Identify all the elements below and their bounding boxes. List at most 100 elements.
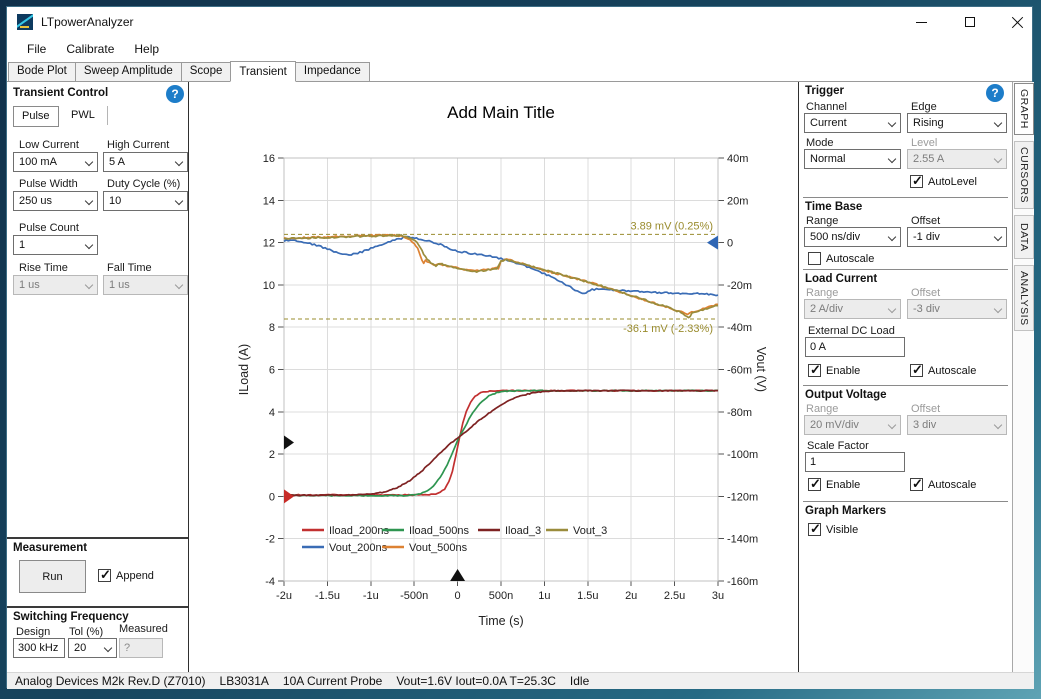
pulse-width-select[interactable]: 250 us (13, 191, 98, 211)
trigger-level-select: 2.55 A (907, 149, 1007, 169)
status-readings: Vout=1.6V Iout=0.0A T=25.3C (396, 674, 556, 688)
scale-factor-input[interactable] (805, 452, 905, 472)
side-tab-graph[interactable]: GRAPH (1014, 83, 1034, 135)
iload-zero-marker[interactable] (284, 489, 294, 503)
chart-region: -2u1640m-1.5u1420m-1u120-500n10-20m08-40… (190, 82, 798, 672)
chevron-down-icon (175, 158, 183, 166)
edge-label: Edge (911, 101, 937, 113)
chevron-down-icon (994, 305, 1002, 313)
y-left-tick-label: -2 (265, 534, 275, 546)
menu-file[interactable]: File (17, 39, 56, 59)
autolevel-checkbox[interactable]: AutoLevel (910, 175, 977, 188)
external-dc-load-input[interactable] (805, 337, 905, 357)
maximize-button[interactable] (947, 7, 992, 37)
y-left-tick-label: 2 (269, 449, 275, 461)
checkbox-box (808, 364, 821, 377)
output-voltage-autoscale-checkbox[interactable]: Autoscale (910, 478, 976, 491)
chevron-down-icon (994, 119, 1002, 127)
transient-control-panel: Transient Control Pulse PWL Low Current … (7, 82, 189, 672)
tab-scope[interactable]: Scope (181, 62, 232, 81)
y-right-tick-label: -60m (727, 365, 752, 377)
y-left-tick-label: -4 (265, 576, 275, 588)
time-base-range-select[interactable]: 500 ns/div (804, 227, 901, 247)
tab-pwl[interactable]: PWL (59, 106, 108, 125)
rise-time-label: Rise Time (19, 262, 68, 274)
checkbox-box (808, 523, 821, 536)
side-tab-analysis[interactable]: ANALYSIS (1014, 265, 1034, 331)
trigger-level-marker[interactable] (284, 435, 294, 449)
time-base-offset-select[interactable]: -1 div (907, 227, 1007, 247)
tol-select[interactable]: 20 (68, 638, 117, 658)
y-left-tick-label: 16 (263, 153, 275, 165)
x-tick-label: 1.5u (577, 590, 598, 602)
duty-cycle-select[interactable]: 10 (103, 191, 188, 211)
side-tab-cursors[interactable]: CURSORS (1014, 141, 1034, 209)
graph-markers-visible-checkbox[interactable]: Visible (808, 523, 858, 536)
trigger-time-marker[interactable] (450, 569, 465, 581)
menu-calibrate[interactable]: Calibrate (56, 39, 124, 59)
y-left-tick-label: 10 (263, 280, 275, 292)
status-bar: Analog Devices M2k Rev.D (Z7010) LB3031A… (7, 672, 1034, 689)
design-input[interactable] (13, 638, 65, 658)
measured-label: Measured (119, 623, 168, 635)
side-tab-data[interactable]: DATA (1014, 215, 1034, 259)
help-icon[interactable] (986, 84, 1004, 102)
trigger-mode-select[interactable]: Normal (804, 149, 901, 169)
pulse-count-select[interactable]: 1 (13, 235, 98, 255)
separator (7, 537, 188, 539)
legend-item-Vout_500ns: Vout_500ns (409, 542, 468, 554)
run-button[interactable]: Run (19, 560, 86, 593)
app-window: LTpowerAnalyzer File Calibrate Help Bode… (6, 6, 1033, 688)
help-icon[interactable] (166, 85, 184, 103)
title-bar[interactable]: LTpowerAnalyzer (7, 7, 1032, 37)
separator (803, 197, 1008, 198)
checkbox-box (808, 478, 821, 491)
time-base-autoscale-checkbox[interactable]: Autoscale (808, 252, 874, 265)
pulse-count-label: Pulse Count (19, 222, 79, 234)
tab-pulse[interactable]: Pulse (13, 106, 59, 127)
append-checkbox[interactable]: Append (98, 569, 154, 582)
legend-item-Vout_3: Vout_3 (573, 525, 607, 537)
trigger-channel-select[interactable]: Current (804, 113, 901, 133)
fall-time-label: Fall Time (107, 262, 152, 274)
low-current-select[interactable]: 100 mA (13, 152, 98, 172)
y-left-tick-label: 8 (269, 322, 275, 334)
main-tab-bar: Bode Plot Sweep Amplitude Scope Transien… (7, 61, 1032, 82)
tab-impedance[interactable]: Impedance (295, 62, 370, 81)
high-current-select[interactable]: 5 A (103, 152, 188, 172)
annotation-vout-min: -36.1 mV (-2.33%) (623, 323, 713, 335)
minimize-button[interactable] (899, 7, 944, 37)
maximize-icon (965, 17, 975, 27)
trigger-edge-select[interactable]: Rising (907, 113, 1007, 133)
load-current-autoscale-checkbox[interactable]: Autoscale (910, 364, 976, 377)
chevron-down-icon (85, 241, 93, 249)
vout-zero-marker[interactable] (707, 236, 718, 250)
legend-item-Iload_500ns: Iload_500ns (409, 525, 469, 537)
tab-transient[interactable]: Transient (230, 61, 296, 82)
chevron-down-icon (888, 421, 896, 429)
level-label: Level (911, 137, 937, 149)
output-voltage-title: Output Voltage (805, 389, 887, 401)
close-icon (1012, 16, 1024, 28)
output-voltage-offset-select: 3 div (907, 415, 1007, 435)
y-right-tick-label: -160m (727, 576, 758, 588)
annotation-vout-max: 3.89 mV (0.25%) (630, 220, 713, 232)
chevron-down-icon (175, 197, 183, 205)
legend-item-Vout_200ns: Vout_200ns (329, 542, 388, 554)
y-left-tick-label: 14 (263, 195, 275, 207)
load-current-enable-checkbox[interactable]: Enable (808, 364, 860, 377)
output-voltage-enable-checkbox[interactable]: Enable (808, 478, 860, 491)
menu-help[interactable]: Help (124, 39, 169, 59)
x-tick-label: -500n (400, 590, 428, 602)
separator (7, 606, 188, 608)
output-voltage-range-select: 20 mV/div (804, 415, 901, 435)
measured-input (119, 638, 163, 658)
tab-bode-plot[interactable]: Bode Plot (8, 62, 76, 81)
tab-sweep-amplitude[interactable]: Sweep Amplitude (75, 62, 182, 81)
load-current-range-label: Range (806, 287, 838, 299)
close-button[interactable] (995, 7, 1040, 37)
separator (803, 269, 1008, 270)
checkbox-box (910, 478, 923, 491)
y-right-tick-label: -100m (727, 449, 758, 461)
checkbox-box (910, 364, 923, 377)
